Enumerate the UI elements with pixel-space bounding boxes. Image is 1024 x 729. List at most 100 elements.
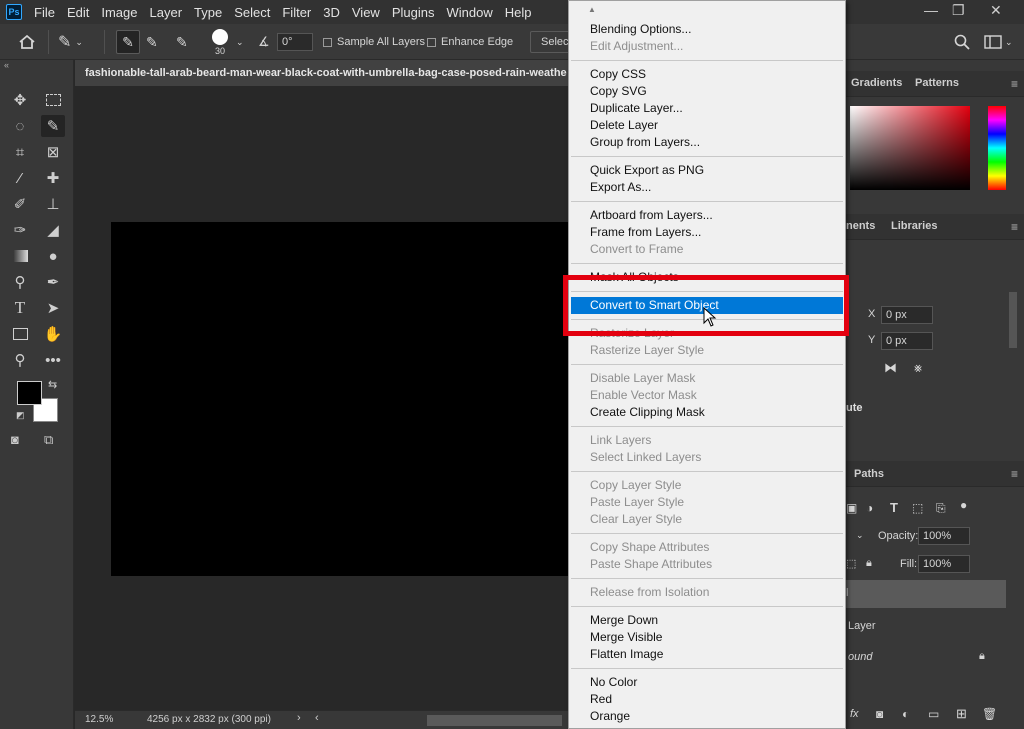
chevron-right-icon[interactable]: ›: [297, 712, 301, 724]
menu-item-link-layers[interactable]: Link Layers: [571, 432, 843, 449]
new-layer-icon[interactable]: ⊞: [956, 706, 967, 722]
menu-item-flatten-image[interactable]: Flatten Image: [571, 646, 843, 663]
fx-icon[interactable]: fx: [850, 708, 859, 720]
menu-item-paste-shape-attributes[interactable]: Paste Shape Attributes: [571, 556, 843, 573]
delete-layer-icon[interactable]: 🗑︎: [982, 707, 997, 721]
menu-item-merge-visible[interactable]: Merge Visible: [571, 629, 843, 646]
menu-select[interactable]: Select: [228, 5, 276, 20]
hand-tool-icon[interactable]: ✋: [41, 323, 65, 345]
menu-window[interactable]: Window: [440, 5, 498, 20]
chevron-down-icon[interactable]: ⌄: [856, 530, 864, 541]
menu-item-copy-layer-style[interactable]: Copy Layer Style: [571, 477, 843, 494]
history-brush-tool-icon[interactable]: ✑: [8, 219, 32, 241]
lock-all-icon[interactable]: 🔒︎: [866, 557, 872, 570]
brush-picker[interactable]: 30: [212, 24, 228, 60]
new-group-icon[interactable]: ▭: [928, 707, 939, 721]
menu-plugins[interactable]: Plugins: [386, 5, 441, 20]
menu-item-paste-layer-style[interactable]: Paste Layer Style: [571, 494, 843, 511]
lock-pixels-icon[interactable]: ⬚: [846, 557, 856, 570]
subtract-from-selection-icon[interactable]: ✎: [176, 24, 188, 60]
tab-adjustments[interactable]: nents: [846, 220, 875, 232]
add-to-selection-icon[interactable]: ✎: [146, 24, 158, 60]
restore-button[interactable]: ❐: [952, 2, 965, 19]
minimize-button[interactable]: —: [924, 2, 938, 18]
new-adjustment-icon[interactable]: ◐: [902, 707, 909, 721]
filter-smart-object-icon[interactable]: ⎘: [936, 501, 946, 516]
menu-item-frame-from-layers[interactable]: Frame from Layers...: [571, 224, 843, 241]
tool-preset-picker[interactable]: ✎ ⌄: [58, 24, 83, 60]
filter-adjustment-icon[interactable]: ◑: [866, 501, 873, 515]
panel-menu-icon[interactable]: ≡: [1011, 467, 1018, 481]
menu-filter[interactable]: Filter: [276, 5, 317, 20]
gradient-tool-icon[interactable]: [8, 245, 32, 267]
menu-item-clear-layer-style[interactable]: Clear Layer Style: [571, 511, 843, 528]
move-tool-icon[interactable]: ✥: [8, 89, 32, 111]
menu-item-no-color[interactable]: No Color: [571, 674, 843, 691]
menu-item-disable-layer-mask[interactable]: Disable Layer Mask: [571, 370, 843, 387]
menu-item-merge-down[interactable]: Merge Down: [571, 612, 843, 629]
close-button[interactable]: ✕: [990, 2, 1002, 19]
filter-pixel-icon[interactable]: ▣: [846, 501, 857, 515]
filter-toggle-icon[interactable]: ●: [960, 498, 967, 512]
layer-row[interactable]: Layer: [846, 612, 1006, 640]
brush-tool-icon[interactable]: ✐: [8, 193, 32, 215]
stamp-tool-icon[interactable]: ⊥: [41, 193, 65, 215]
menu-item-copy-svg[interactable]: Copy SVG: [571, 83, 843, 100]
flip-horizontal-icon[interactable]: ⧓: [884, 360, 897, 376]
screen-mode-icon[interactable]: ⧉: [44, 432, 53, 448]
workspace-icon[interactable]: ⌄: [984, 24, 1013, 60]
new-selection-icon[interactable]: ✎: [116, 30, 140, 54]
eyedropper-tool-icon[interactable]: ⁄: [8, 167, 32, 189]
crop-tool-icon[interactable]: ⌗: [8, 141, 32, 163]
eraser-tool-icon[interactable]: ◢: [41, 219, 65, 241]
collapse-icon[interactable]: «: [4, 60, 9, 70]
menu-item-delete-layer[interactable]: Delete Layer: [571, 117, 843, 134]
menu-item-convert-to-frame[interactable]: Convert to Frame: [571, 241, 843, 258]
fill-input[interactable]: 100%: [918, 555, 970, 573]
menu-item-edit-adjustment[interactable]: Edit Adjustment...: [571, 38, 843, 55]
lasso-tool-icon[interactable]: ◌: [8, 115, 32, 137]
tab-gradients[interactable]: Gradients: [851, 77, 902, 89]
angle-input[interactable]: 0°: [277, 33, 313, 51]
healing-brush-tool-icon[interactable]: ✚: [41, 167, 65, 189]
y-input[interactable]: 0 px: [881, 332, 933, 350]
menu-layer[interactable]: Layer: [144, 5, 189, 20]
menu-item-orange[interactable]: Orange: [571, 708, 843, 725]
menu-item-copy-shape-attributes[interactable]: Copy Shape Attributes: [571, 539, 843, 556]
opacity-input[interactable]: 100%: [918, 527, 970, 545]
menu-file[interactable]: File: [28, 5, 61, 20]
menu-item-release-from-isolation[interactable]: Release from Isolation: [571, 584, 843, 601]
menu-item-blending-options[interactable]: Blending Options...: [571, 21, 843, 38]
panel-menu-icon[interactable]: ≡: [1011, 220, 1018, 234]
menu-item-group-from-layers[interactable]: Group from Layers...: [571, 134, 843, 151]
filter-type-icon[interactable]: T: [890, 500, 898, 515]
more-tools-icon[interactable]: •••: [41, 349, 65, 371]
type-tool-icon[interactable]: T: [8, 297, 32, 319]
sample-all-layers-checkbox[interactable]: Sample All Layers: [323, 24, 425, 60]
add-mask-icon[interactable]: ◙: [876, 707, 883, 721]
menu-help[interactable]: Help: [499, 5, 538, 20]
enhance-edge-checkbox[interactable]: Enhance Edge: [427, 24, 513, 60]
layer-row-background[interactable]: ound 🔒︎: [846, 643, 1006, 671]
menu-image[interactable]: Image: [95, 5, 143, 20]
zoom-level[interactable]: 12.5%: [85, 714, 113, 725]
scroll-left-icon[interactable]: ‹: [315, 712, 319, 724]
menu-3d[interactable]: 3D: [317, 5, 346, 20]
flip-vertical-icon[interactable]: ⨳: [914, 360, 922, 376]
select-subject-button[interactable]: Select: [530, 31, 572, 53]
home-icon[interactable]: [18, 24, 36, 60]
menu-item-copy-css[interactable]: Copy CSS: [571, 66, 843, 83]
path-selection-tool-icon[interactable]: ➤: [41, 297, 65, 319]
horizontal-scrollbar[interactable]: [427, 715, 562, 726]
default-colors-icon[interactable]: ◩: [16, 410, 25, 421]
frame-tool-icon[interactable]: ⊠: [41, 141, 65, 163]
document-tab[interactable]: fashionable-tall-arab-beard-man-wear-bla…: [75, 60, 575, 86]
color-picker-field[interactable]: [850, 106, 970, 190]
canvas[interactable]: [111, 222, 571, 576]
swap-colors-icon[interactable]: ⇆: [48, 378, 57, 391]
menu-item-rasterize-layer-style[interactable]: Rasterize Layer Style: [571, 342, 843, 359]
menu-item-select-linked-layers[interactable]: Select Linked Layers: [571, 449, 843, 466]
menu-type[interactable]: Type: [188, 5, 228, 20]
menu-item-red[interactable]: Red: [571, 691, 843, 708]
tab-libraries[interactable]: Libraries: [891, 220, 937, 232]
